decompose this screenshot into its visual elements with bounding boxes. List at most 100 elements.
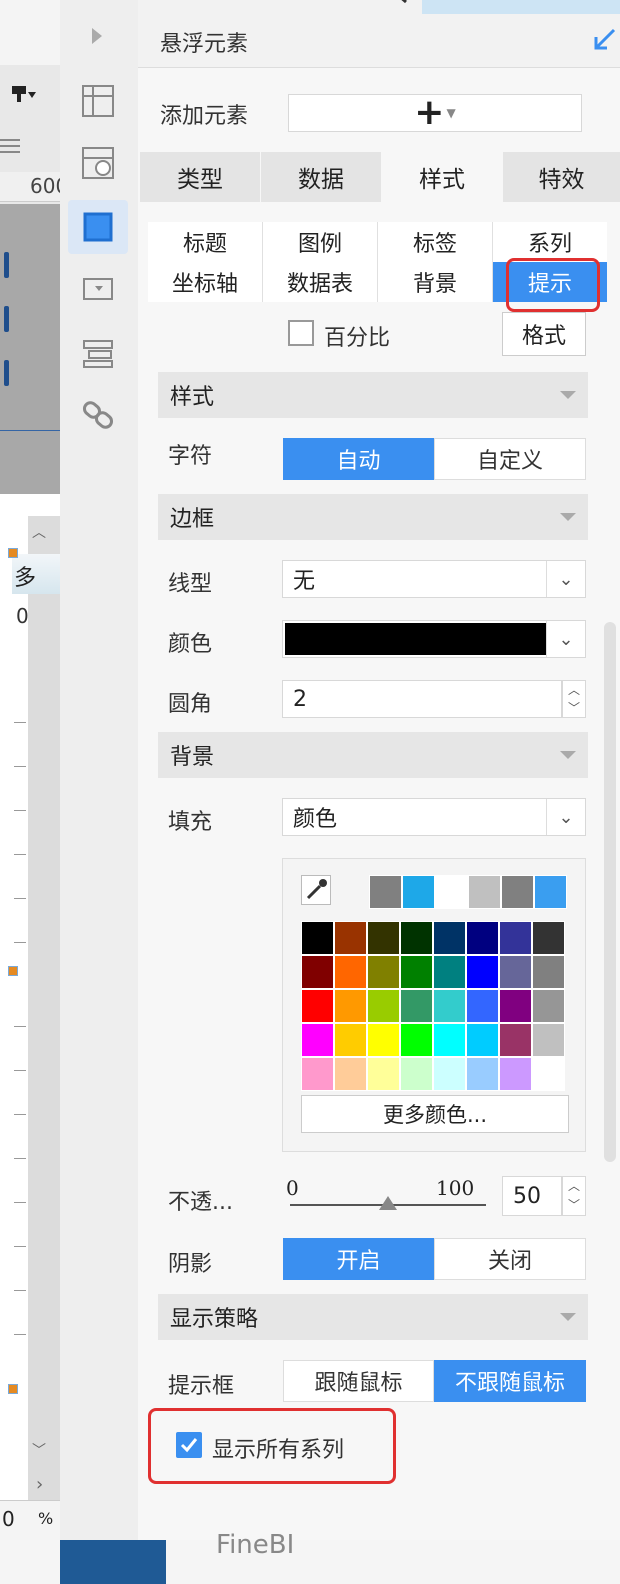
section-border[interactable]: 边框 xyxy=(158,494,588,540)
corner-input[interactable]: 2 xyxy=(282,680,562,718)
float-element-icon[interactable] xyxy=(68,200,128,254)
zoom-value[interactable]: 0 xyxy=(2,1507,15,1531)
recent-color-swatch[interactable] xyxy=(435,875,468,909)
corner-stepper[interactable]: ︿ ﹀ xyxy=(562,680,586,718)
palette-swatch[interactable] xyxy=(334,989,367,1023)
tab-style[interactable]: 样式 xyxy=(382,152,502,202)
shadow-off-option[interactable]: 关闭 xyxy=(434,1238,586,1280)
search-icon[interactable] xyxy=(386,0,410,8)
palette-swatch[interactable] xyxy=(532,1023,565,1057)
paint-format-icon[interactable] xyxy=(12,84,36,102)
palette-swatch[interactable] xyxy=(466,921,499,955)
palette-swatch[interactable] xyxy=(532,955,565,989)
scroll-up-icon[interactable]: ︿ xyxy=(32,522,46,542)
add-element-button[interactable]: + ▼ xyxy=(288,94,582,132)
scroll-down-icon[interactable]: ﹀ xyxy=(32,1440,46,1460)
palette-swatch[interactable] xyxy=(466,1057,499,1091)
vertical-scrollbar[interactable] xyxy=(28,516,60,1526)
palette-swatch[interactable] xyxy=(400,921,433,955)
recent-color-swatch[interactable] xyxy=(369,875,402,909)
section-strategy[interactable]: 显示策略 xyxy=(158,1294,588,1340)
palette-swatch[interactable] xyxy=(334,1057,367,1091)
section-style[interactable]: 样式 xyxy=(158,372,588,418)
opacity-slider-track[interactable] xyxy=(290,1196,486,1210)
palette-swatch[interactable] xyxy=(334,955,367,989)
table-attribute-icon[interactable] xyxy=(68,136,128,190)
palette-swatch[interactable] xyxy=(433,1023,466,1057)
not-follow-mouse-option[interactable]: 不跟随鼠标 xyxy=(434,1360,586,1402)
subtab-legend[interactable]: 图例 xyxy=(263,222,378,262)
palette-swatch[interactable] xyxy=(466,955,499,989)
eyedropper-icon[interactable] xyxy=(301,875,331,905)
recent-color-swatch[interactable] xyxy=(402,875,435,909)
recent-color-swatch[interactable] xyxy=(468,875,501,909)
recent-color-swatch[interactable] xyxy=(534,875,567,909)
palette-swatch[interactable] xyxy=(334,1023,367,1057)
recent-color-swatch[interactable] xyxy=(501,875,534,909)
expand-arrow-icon[interactable] xyxy=(92,28,102,44)
palette-swatch[interactable] xyxy=(400,1023,433,1057)
more-colors-button[interactable]: 更多颜色... xyxy=(301,1095,569,1133)
subtab-background[interactable]: 背景 xyxy=(378,262,493,302)
palette-swatch[interactable] xyxy=(301,955,334,989)
palette-swatch[interactable] xyxy=(400,989,433,1023)
palette-swatch[interactable] xyxy=(499,921,532,955)
palette-swatch[interactable] xyxy=(433,1057,466,1091)
char-custom-option[interactable]: 自定义 xyxy=(434,438,586,480)
palette-swatch[interactable] xyxy=(400,1057,433,1091)
palette-swatch[interactable] xyxy=(466,989,499,1023)
follow-mouse-option[interactable]: 跟随鼠标 xyxy=(283,1360,434,1402)
palette-swatch[interactable] xyxy=(367,1057,400,1091)
palette-swatch[interactable] xyxy=(499,955,532,989)
format-button[interactable]: 格式 xyxy=(502,312,586,356)
palette-swatch[interactable] xyxy=(301,921,334,955)
palette-swatch[interactable] xyxy=(367,955,400,989)
tab-data[interactable]: 数据 xyxy=(261,152,381,202)
subtab-label[interactable]: 标签 xyxy=(378,222,493,262)
percent-checkbox[interactable] xyxy=(288,320,314,346)
char-auto-option[interactable]: 自动 xyxy=(283,438,434,480)
palette-swatch[interactable] xyxy=(433,921,466,955)
border-color-picker[interactable]: ⌄ xyxy=(282,620,586,658)
palette-swatch[interactable] xyxy=(499,1057,532,1091)
chevron-down-icon[interactable]: ⌄ xyxy=(546,799,585,835)
hyperlink-icon[interactable] xyxy=(68,388,128,442)
tab-type[interactable]: 类型 xyxy=(140,152,260,202)
opacity-input[interactable]: 50 xyxy=(502,1176,562,1216)
palette-swatch[interactable] xyxy=(532,989,565,1023)
subtab-datasheet[interactable]: 数据表 xyxy=(263,262,378,302)
widget-icon[interactable] xyxy=(68,262,128,316)
palette-swatch[interactable] xyxy=(301,1023,334,1057)
subtab-axis[interactable]: 坐标轴 xyxy=(148,262,263,302)
palette-swatch[interactable] xyxy=(433,955,466,989)
palette-swatch[interactable] xyxy=(433,989,466,1023)
palette-swatch[interactable] xyxy=(400,955,433,989)
tab-effect[interactable]: 特效 xyxy=(503,152,620,202)
palette-swatch[interactable] xyxy=(334,921,367,955)
menu-lines-icon[interactable] xyxy=(0,135,20,157)
palette-swatch[interactable] xyxy=(367,1023,400,1057)
palette-swatch[interactable] xyxy=(532,921,565,955)
opacity-stepper[interactable]: ︿ ﹀ xyxy=(562,1176,586,1216)
line-type-select[interactable]: 无 ⌄ xyxy=(282,560,586,598)
subtab-title[interactable]: 标题 xyxy=(148,222,263,262)
palette-swatch[interactable] xyxy=(301,1057,334,1091)
section-background[interactable]: 背景 xyxy=(158,732,588,778)
chevron-down-icon[interactable]: ⌄ xyxy=(546,561,585,597)
palette-swatch[interactable] xyxy=(367,989,400,1023)
form-layout-icon[interactable] xyxy=(68,326,128,380)
panel-scrollbar[interactable] xyxy=(604,622,616,1162)
palette-swatch[interactable] xyxy=(532,1057,565,1091)
subtab-series[interactable]: 系列 xyxy=(493,222,607,262)
palette-swatch[interactable] xyxy=(499,1023,532,1057)
palette-swatch[interactable] xyxy=(301,989,334,1023)
shadow-on-option[interactable]: 开启 xyxy=(283,1238,434,1280)
palette-swatch[interactable] xyxy=(466,1023,499,1057)
opacity-slider-thumb[interactable] xyxy=(379,1196,397,1210)
chevron-down-icon[interactable]: ⌄ xyxy=(546,621,585,657)
cell-element-icon[interactable] xyxy=(68,74,128,128)
palette-swatch[interactable] xyxy=(367,921,400,955)
scroll-right-icon[interactable]: › xyxy=(36,1474,43,1495)
palette-swatch[interactable] xyxy=(499,989,532,1023)
collapse-arrow-icon[interactable] xyxy=(594,28,616,50)
